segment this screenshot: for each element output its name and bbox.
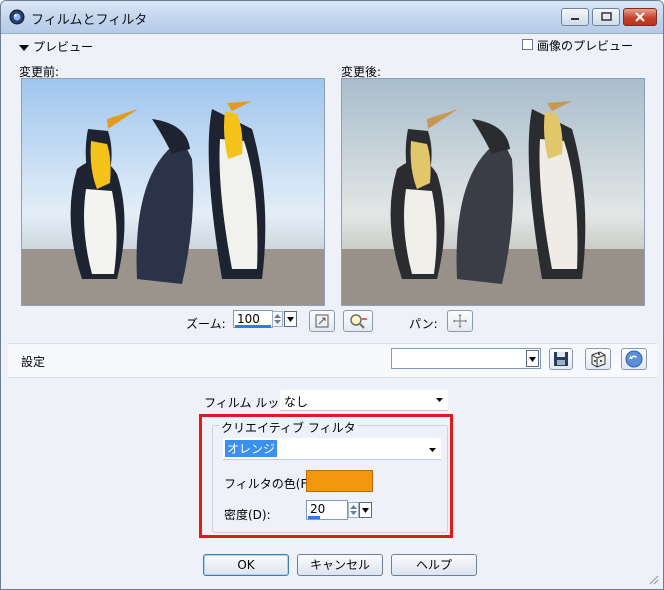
zoom-fit-button[interactable]: [309, 310, 335, 332]
maximize-button[interactable]: [592, 8, 620, 26]
minimize-button[interactable]: [561, 8, 589, 26]
zoom-indicator: [235, 325, 271, 328]
zoom-label: ズーム:: [186, 317, 226, 331]
preset-dropdown-button[interactable]: [526, 350, 539, 367]
after-preview-image[interactable]: [341, 78, 645, 306]
penguins-image: [22, 79, 324, 305]
undo-arrow-icon: [625, 350, 643, 368]
move-icon: [453, 314, 467, 328]
spin-arrows-icon: [274, 314, 281, 324]
title-bar[interactable]: フィルムとフィルタ: [1, 1, 663, 34]
highlight-frame: [199, 414, 453, 538]
zoom-dropdown[interactable]: [284, 311, 297, 327]
app-icon: [9, 9, 25, 25]
before-preview-image[interactable]: [21, 78, 325, 306]
image-preview-checkbox[interactable]: [522, 39, 533, 50]
close-icon: [635, 12, 645, 22]
film-look-select[interactable]: なし: [280, 390, 448, 411]
triangle-down-icon: [19, 44, 29, 51]
save-preset-button[interactable]: [549, 348, 573, 370]
floppy-disk-icon: [554, 352, 568, 366]
help-button[interactable]: ヘルプ: [391, 554, 477, 576]
close-button[interactable]: [623, 8, 657, 26]
settings-label: 設定: [21, 355, 46, 369]
resize-grip-icon[interactable]: [646, 572, 660, 586]
penguins-filtered-image: [342, 79, 644, 305]
zoom-input[interactable]: 100: [233, 310, 273, 328]
cancel-button[interactable]: キャンセル: [297, 554, 383, 576]
chevron-down-icon: [287, 317, 294, 322]
chevron-down-icon: [529, 357, 536, 362]
randomize-button[interactable]: [585, 348, 611, 370]
magnifier-icon: [350, 314, 367, 329]
pan-button[interactable]: [447, 310, 473, 332]
minimize-icon: [571, 18, 579, 20]
pan-label: パン:: [409, 317, 438, 331]
reset-button[interactable]: [621, 348, 647, 370]
preview-toggle[interactable]: プレビュー: [19, 38, 93, 55]
preview-toggle-label: プレビュー: [33, 40, 94, 54]
chevron-down-icon: [436, 398, 443, 402]
zoom-value: 100: [237, 312, 260, 326]
dice-icon: [591, 351, 606, 368]
window-title: フィルムとフィルタ: [31, 13, 148, 28]
maximize-icon: [601, 12, 612, 21]
ok-button[interactable]: OK: [203, 554, 289, 576]
image-preview-label: 画像のプレビュー: [537, 39, 634, 53]
film-look-value: なし: [284, 395, 309, 409]
preset-combobox[interactable]: [391, 348, 541, 369]
zoom-spinner[interactable]: [272, 311, 283, 327]
zoom-tool-button[interactable]: [343, 310, 373, 332]
dialog-window: フィルムとフィルタ プレビュー 画像のプレビュー 変更前: 変更後: ズーム: …: [0, 0, 664, 590]
fit-window-icon: [315, 314, 329, 328]
